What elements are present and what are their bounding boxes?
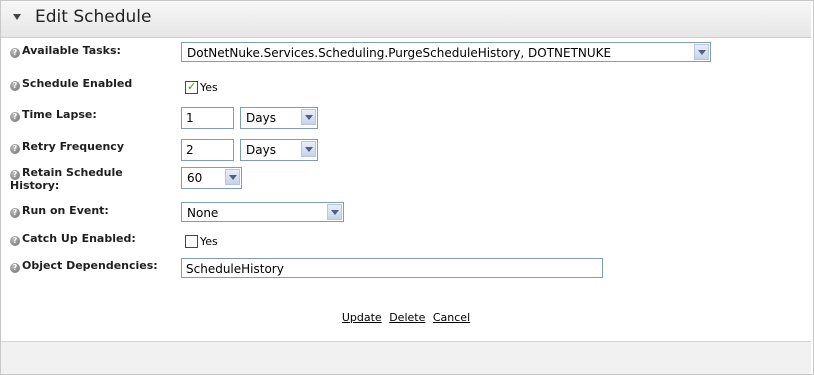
object-dependencies-input[interactable]: ScheduleHistory: [181, 258, 603, 278]
check-icon: ✓: [187, 80, 197, 93]
panel-title: Edit Schedule: [35, 7, 152, 27]
time-lapse-label: ? Time Lapse:: [10, 109, 168, 122]
retry-frequency-label-text: Retry Frequency: [22, 140, 124, 153]
object-dependencies-value: ScheduleHistory: [186, 262, 284, 276]
run-on-event-select[interactable]: None: [181, 202, 344, 222]
dropdown-button[interactable]: [301, 141, 316, 157]
dropdown-button[interactable]: [327, 204, 342, 220]
help-icon[interactable]: ?: [10, 144, 20, 154]
retry-frequency-unit-select[interactable]: Days: [240, 139, 318, 161]
panel-footer: [1, 341, 811, 374]
retry-frequency-value: 2: [186, 143, 194, 157]
chevron-down-icon: [305, 115, 313, 120]
help-icon[interactable]: ?: [10, 81, 20, 91]
schedule-enabled-label-text: Schedule Enabled: [22, 77, 133, 90]
catch-up-enabled-yes-label: Yes: [200, 235, 218, 248]
dropdown-button[interactable]: [301, 109, 316, 125]
retain-history-label-line2: History:: [10, 179, 60, 192]
dropdown-button[interactable]: [694, 44, 709, 60]
help-icon[interactable]: ?: [10, 236, 20, 246]
chevron-down-icon: [698, 50, 706, 55]
retain-history-select[interactable]: 60: [181, 167, 242, 189]
retry-frequency-unit-value: Days: [246, 143, 276, 157]
help-icon[interactable]: ?: [10, 48, 20, 58]
object-dependencies-label-text: Object Dependencies:: [22, 259, 158, 272]
help-icon[interactable]: ?: [10, 112, 20, 122]
collapse-arrow-icon[interactable]: [13, 14, 21, 20]
help-icon[interactable]: ?: [10, 263, 20, 273]
chevron-down-icon: [305, 147, 313, 152]
retain-history-value: 60: [187, 171, 203, 185]
update-link[interactable]: Update: [342, 311, 382, 324]
schedule-enabled-checkbox[interactable]: ✓: [185, 80, 198, 94]
object-dependencies-label: ? Object Dependencies:: [10, 260, 168, 273]
run-on-event-value: None: [187, 206, 219, 220]
run-on-event-label-text: Run on Event:: [22, 204, 109, 217]
help-icon[interactable]: ?: [10, 208, 20, 218]
retain-history-label-line1: Retain Schedule: [22, 166, 123, 179]
chevron-down-icon: [331, 210, 339, 215]
delete-link[interactable]: Delete: [389, 311, 425, 324]
time-lapse-unit-select[interactable]: Days: [240, 107, 318, 129]
dropdown-button[interactable]: [225, 169, 240, 185]
time-lapse-value: 1: [186, 111, 194, 125]
run-on-event-label: ? Run on Event:: [10, 205, 168, 218]
catch-up-enabled-label: ? Catch Up Enabled:: [10, 233, 168, 246]
retry-frequency-input[interactable]: 2: [181, 139, 234, 161]
time-lapse-unit-value: Days: [246, 111, 276, 125]
available-tasks-label: ? Available Tasks:: [10, 45, 168, 58]
cancel-link[interactable]: Cancel: [433, 311, 470, 324]
available-tasks-label-text: Available Tasks:: [22, 44, 121, 57]
schedule-enabled-label: ? Schedule Enabled: [10, 78, 168, 91]
time-lapse-label-text: Time Lapse:: [22, 108, 97, 121]
chevron-down-icon: [229, 175, 237, 180]
retain-history-label: ? Retain Schedule History:: [10, 167, 168, 192]
action-links: Update Delete Cancel: [0, 311, 812, 324]
available-tasks-value: DotNetNuke.Services.Scheduling.PurgeSche…: [187, 46, 612, 60]
available-tasks-select[interactable]: DotNetNuke.Services.Scheduling.PurgeSche…: [181, 42, 711, 62]
time-lapse-input[interactable]: 1: [181, 107, 234, 129]
panel-header[interactable]: Edit Schedule: [1, 1, 811, 38]
schedule-enabled-yes-label: Yes: [200, 81, 218, 94]
catch-up-enabled-checkbox[interactable]: [185, 235, 198, 248]
catch-up-enabled-label-text: Catch Up Enabled:: [22, 232, 136, 245]
retry-frequency-label: ? Retry Frequency: [10, 141, 168, 154]
